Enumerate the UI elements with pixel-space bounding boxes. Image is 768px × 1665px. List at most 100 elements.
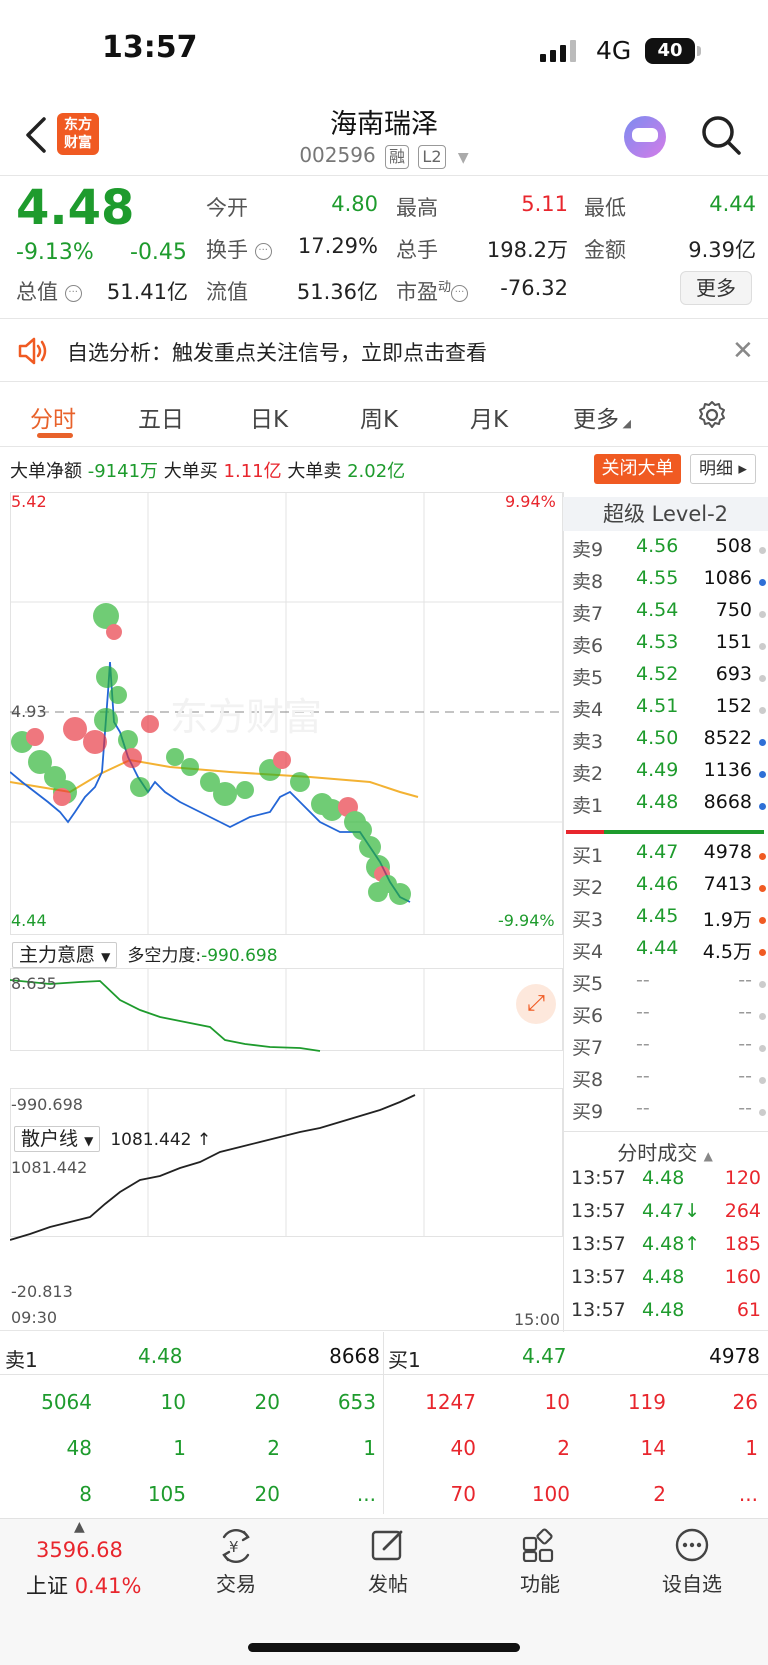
indicator2-header: 散户线 ▼ 1081.442 ↑ xyxy=(14,1124,211,1152)
order-book-vol: 1136 xyxy=(703,759,752,781)
more-dots-icon[interactable] xyxy=(674,1527,710,1563)
pct-axis-bottom: -9.94% xyxy=(498,911,555,930)
order-book-price: 4.44 xyxy=(636,937,679,959)
order-book-row[interactable]: 卖9 4.56 508 xyxy=(566,535,766,567)
depth-sell-cell: 2 xyxy=(267,1436,280,1460)
depth-buy-cell: 2 xyxy=(557,1436,570,1460)
low-value: 4.44 xyxy=(709,192,756,216)
order-book-label: 买8 xyxy=(572,1069,604,1091)
tab-weekly-k[interactable]: 周K xyxy=(360,400,398,434)
indicator2-dropdown[interactable]: 散户线 ▼ xyxy=(14,1126,101,1152)
level2-title[interactable]: 超级 Level-2 xyxy=(563,497,768,531)
close-big-order-button[interactable]: 关闭大单 xyxy=(594,454,681,484)
post-icon[interactable] xyxy=(370,1527,406,1563)
tab-five-day[interactable]: 五日 xyxy=(138,400,184,434)
order-book-price: 4.55 xyxy=(636,567,679,589)
order-book-vol: 7413 xyxy=(703,873,752,895)
order-book-row[interactable]: 卖6 4.53 151 xyxy=(566,631,766,663)
divider xyxy=(563,1131,768,1132)
divider xyxy=(0,175,768,176)
order-book-row[interactable]: 买4 4.44 4.5万 xyxy=(566,937,766,969)
indicator1-axis-bottom: -990.698 xyxy=(11,1095,83,1114)
depth-buy-cell: 70 xyxy=(450,1482,476,1506)
order-book-price: 4.50 xyxy=(636,727,679,749)
trade-vol: 264 xyxy=(724,1200,761,1222)
order-book-label: 卖6 xyxy=(572,635,604,657)
mktcap-label[interactable]: 总值 ··· xyxy=(16,276,82,306)
order-book-row[interactable]: 卖5 4.52 693 xyxy=(566,663,766,695)
expand-icon[interactable]: ⤢ xyxy=(516,984,556,1024)
trade-price: 4.48↑ xyxy=(642,1233,701,1255)
order-book-row[interactable]: 买3 4.45 1.9万 xyxy=(566,905,766,937)
order-book-row[interactable]: 买7 -- -- xyxy=(566,1033,766,1065)
trade-vol: 160 xyxy=(724,1266,761,1288)
order-book-label: 卖7 xyxy=(572,603,604,625)
tab-daily-k[interactable]: 日K xyxy=(250,400,288,434)
order-book-row[interactable]: 卖2 4.49 1136 xyxy=(566,759,766,791)
detail-button[interactable]: 明细 ▸ xyxy=(690,454,756,484)
pe-value: -76.32 xyxy=(500,276,568,300)
alert-banner-text[interactable]: 自选分析：触发重点关注信号，立即点击查看 xyxy=(67,337,487,367)
nav-trade[interactable]: 交易 xyxy=(181,1568,291,1597)
signal-icon xyxy=(540,40,576,62)
order-book-label: 卖8 xyxy=(572,571,604,593)
order-book-label: 卖2 xyxy=(572,763,604,785)
trade-icon[interactable]: ¥ xyxy=(218,1529,254,1563)
chevron-up-icon: ▲ xyxy=(74,1519,85,1535)
depth-sell-cell: 20 xyxy=(254,1482,280,1506)
order-book-row[interactable]: 买2 4.46 7413 xyxy=(566,873,766,905)
order-book-row[interactable]: 卖3 4.50 8522 xyxy=(566,727,766,759)
order-book-dot xyxy=(759,885,766,892)
order-book-row[interactable]: 卖1 4.48 8668 xyxy=(566,791,766,823)
change-percent: -9.13% xyxy=(16,240,94,265)
nav-functions[interactable]: 功能 xyxy=(485,1568,595,1597)
divider xyxy=(563,492,564,1332)
order-book-vol: 8668 xyxy=(703,791,752,813)
order-book-row[interactable]: 买9 -- -- xyxy=(566,1097,766,1129)
volume-label: 总手 xyxy=(396,238,438,262)
order-book-row[interactable]: 买1 4.47 4978 xyxy=(566,841,766,873)
order-book-row[interactable]: 卖8 4.55 1086 xyxy=(566,567,766,599)
watermark: 东方财富 xyxy=(170,695,322,739)
trade-row: 13:57 4.48 120 xyxy=(571,1167,761,1199)
search-icon[interactable] xyxy=(700,114,742,156)
indicator2-axis-bottom: -20.813 xyxy=(11,1282,73,1301)
indicator1-dropdown[interactable]: 主力意愿 ▼ xyxy=(12,942,118,968)
trades-title[interactable]: 分时成交 ▲ xyxy=(566,1137,764,1166)
order-book-row[interactable]: 卖4 4.51 152 xyxy=(566,695,766,727)
tab-monthly-k[interactable]: 月K xyxy=(470,400,508,434)
intraday-chart-area[interactable]: 东方财富 xyxy=(10,492,563,1332)
depth-sell-cell: 1 xyxy=(363,1436,376,1460)
trade-time: 13:57 xyxy=(571,1233,626,1255)
order-book-row[interactable]: 买5 -- -- xyxy=(566,969,766,1001)
index-value[interactable]: 3596.68 xyxy=(36,1538,123,1562)
trade-time: 13:57 xyxy=(571,1200,626,1222)
order-book-dot xyxy=(759,739,766,746)
more-button[interactable]: 更多 xyxy=(680,271,752,305)
order-book-row[interactable]: 买8 -- -- xyxy=(566,1065,766,1097)
index-ticker[interactable]: 上证 0.41% xyxy=(26,1570,141,1600)
indicator1-axis-top: 8.635 xyxy=(11,974,57,993)
tab-intraday[interactable]: 分时 xyxy=(30,400,76,434)
order-book-vol: -- xyxy=(738,1065,752,1087)
order-book-price: 4.51 xyxy=(636,695,679,717)
pe-label[interactable]: 市盈动 ··· xyxy=(396,276,469,306)
tab-more[interactable]: 更多 ◢ xyxy=(573,400,631,434)
order-book-dot xyxy=(759,547,766,554)
order-book-row[interactable]: 卖7 4.54 750 xyxy=(566,599,766,631)
pct-axis-top: 9.94% xyxy=(505,492,556,511)
turnover-label[interactable]: 换手 ··· xyxy=(206,234,272,264)
mktcap-value: 51.41亿 xyxy=(106,280,188,304)
depth-sell-cell: 8 xyxy=(79,1482,92,1506)
trade-time: 13:57 xyxy=(571,1266,626,1288)
trade-price: 4.48 xyxy=(642,1299,685,1321)
order-book-row[interactable]: 买6 -- -- xyxy=(566,1001,766,1033)
gear-icon[interactable] xyxy=(697,400,727,430)
nav-post[interactable]: 发帖 xyxy=(333,1568,443,1597)
high-value: 5.11 xyxy=(521,192,568,216)
functions-icon[interactable] xyxy=(522,1528,556,1562)
close-icon[interactable]: ✕ xyxy=(732,336,754,366)
trade-vol: 120 xyxy=(724,1167,761,1189)
nav-add-watchlist[interactable]: 设自选 xyxy=(637,1568,747,1597)
order-book-dot xyxy=(759,707,766,714)
